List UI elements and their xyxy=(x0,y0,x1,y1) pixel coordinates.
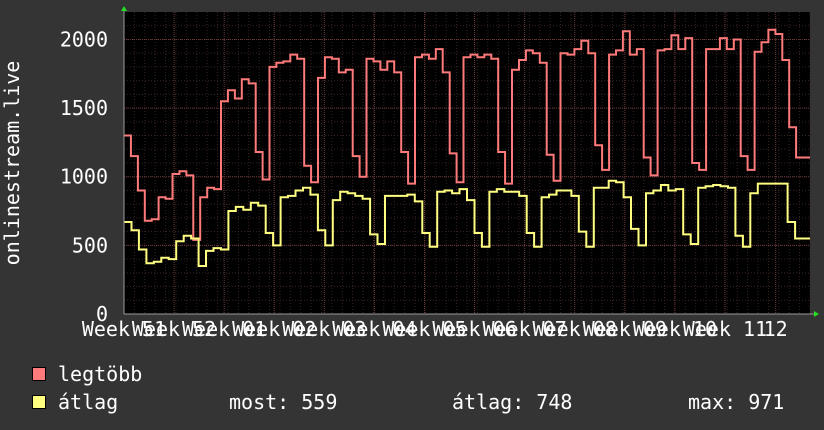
y-tick-label: 1500 xyxy=(60,96,108,120)
chart-svg: 0500100015002000Week 51Week 52Week 01Wee… xyxy=(0,6,819,341)
stat-max: max: 971 xyxy=(688,390,785,414)
x-axis-arrow xyxy=(814,311,819,317)
x-tick-label: 12 xyxy=(764,317,788,341)
legend-swatch-avg xyxy=(32,395,46,409)
y-tick-label: 1000 xyxy=(60,165,108,189)
legend-item-avg: átlag xyxy=(32,390,118,414)
legend-swatch-max xyxy=(32,367,46,381)
legend-label-max: legtöbb xyxy=(58,362,143,386)
stat-average: átlag: 748 xyxy=(452,390,573,414)
legend-label-avg: átlag xyxy=(58,390,119,414)
y-tick-label: 2000 xyxy=(60,27,108,51)
x-tick-label: Week 11 xyxy=(683,317,767,341)
y-tick-label: 500 xyxy=(72,233,108,257)
stat-current: most: 559 xyxy=(229,390,338,414)
y-axis-label: onlinestream.live xyxy=(0,61,24,266)
y-axis-arrow xyxy=(121,6,127,11)
rrd-graph: 0 500 1000 1500 2000 Week 51 Week 52 Week 01 Wee… xyxy=(0,0,824,430)
legend-item-max: legtöbb xyxy=(32,362,142,386)
